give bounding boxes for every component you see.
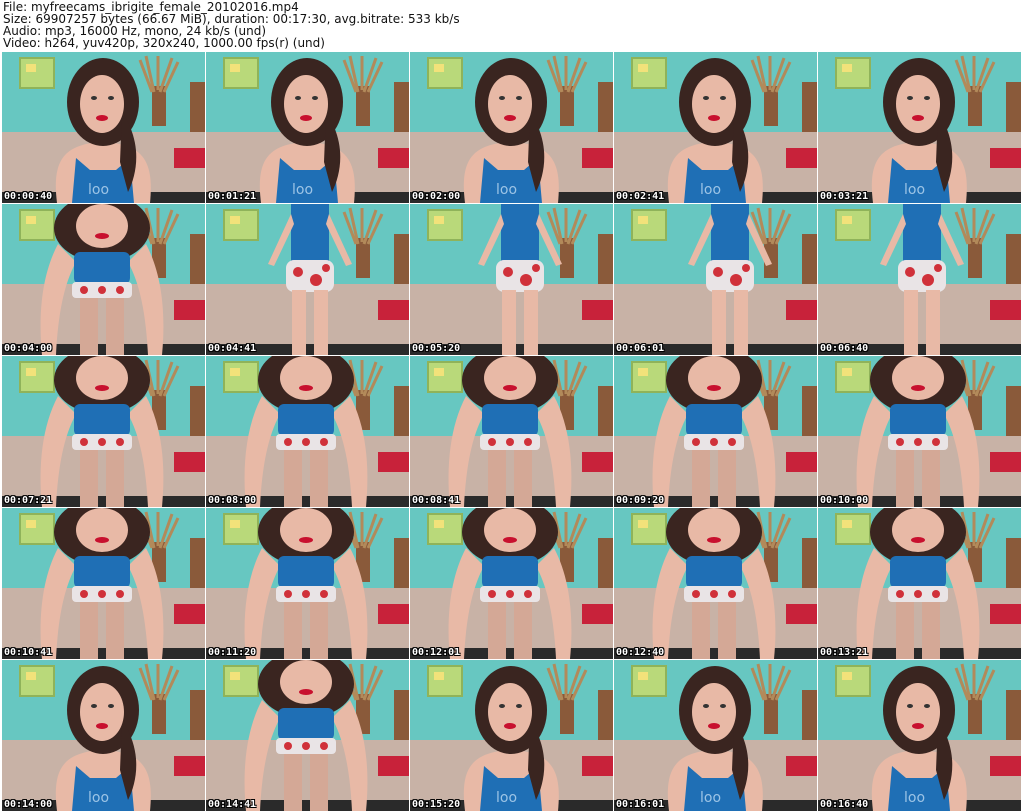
video-thumbnail: 00:09:20 — [614, 356, 817, 507]
thumbnail-timestamp: 00:14:00 — [4, 799, 53, 810]
video-thumbnail: loo 00:03:21 — [818, 52, 1021, 203]
thumbnail-timestamp: 00:03:21 — [820, 191, 869, 202]
video-frame-image — [410, 508, 613, 659]
thumbnail-timestamp: 00:14:41 — [208, 799, 257, 810]
video-frame-image — [2, 356, 205, 507]
video-thumbnail: 00:13:21 — [818, 508, 1021, 659]
video-frame-image: loo — [614, 52, 817, 203]
video-frame-image: loo — [206, 52, 409, 203]
video-thumbnail: loo 00:16:01 — [614, 660, 817, 811]
video-thumbnail: 00:11:20 — [206, 508, 409, 659]
thumbnail-timestamp: 00:01:21 — [208, 191, 257, 202]
svg-text:loo: loo — [904, 790, 925, 806]
video-thumbnail: loo 00:15:20 — [410, 660, 613, 811]
video-thumbnail: loo 00:02:41 — [614, 52, 817, 203]
svg-text:loo: loo — [700, 182, 721, 198]
thumbnail-timestamp: 00:04:00 — [4, 343, 53, 354]
video-frame-image: loo — [614, 660, 817, 811]
video-frame-image: loo — [818, 660, 1021, 811]
video-thumbnail: loo 00:00:40 — [2, 52, 205, 203]
video-thumbnail: 00:04:00 — [2, 204, 205, 355]
thumbnail-timestamp: 00:10:41 — [4, 647, 53, 658]
thumbnail-timestamp: 00:16:01 — [616, 799, 665, 810]
video-thumbnail: 00:10:41 — [2, 508, 205, 659]
video-info-text: Video: h264, yuv420p, 320x240, 1000.00 f… — [3, 36, 325, 50]
thumbnail-timestamp: 00:06:01 — [616, 343, 665, 354]
video-frame-image — [614, 508, 817, 659]
thumbnail-timestamp: 00:16:40 — [820, 799, 869, 810]
svg-text:loo: loo — [88, 790, 109, 806]
thumbnail-timestamp: 00:15:20 — [412, 799, 461, 810]
thumbnail-grid: loo 00:00:40 loo 00:01:21 loo 00:02:00 loo 00:0… — [0, 50, 1024, 811]
thumbnail-timestamp: 00:04:41 — [208, 343, 257, 354]
video-frame-image: loo — [818, 52, 1021, 203]
svg-text:loo: loo — [88, 182, 109, 198]
video-thumbnail: loo 00:14:00 — [2, 660, 205, 811]
thumbnail-timestamp: 00:12:40 — [616, 647, 665, 658]
svg-text:loo: loo — [292, 182, 313, 198]
svg-text:loo: loo — [496, 182, 517, 198]
thumbnail-timestamp: 00:11:20 — [208, 647, 257, 658]
video-frame-image — [410, 356, 613, 507]
video-frame-image — [410, 204, 613, 355]
video-frame-image — [206, 508, 409, 659]
video-frame-image: loo — [410, 660, 613, 811]
video-thumbnail: 00:14:41 — [206, 660, 409, 811]
svg-text:loo: loo — [496, 790, 517, 806]
video-frame-image — [818, 204, 1021, 355]
svg-text:loo: loo — [904, 182, 925, 198]
thumbnail-timestamp: 00:05:20 — [412, 343, 461, 354]
thumbnail-timestamp: 00:09:20 — [616, 495, 665, 506]
file-info-header: File: myfreecams_ibrigite_female_2010201… — [0, 0, 1024, 50]
video-frame-image — [206, 356, 409, 507]
thumbnail-timestamp: 00:10:00 — [820, 495, 869, 506]
video-frame-image — [818, 356, 1021, 507]
video-frame-image: loo — [2, 660, 205, 811]
video-thumbnail: 00:12:01 — [410, 508, 613, 659]
video-frame-image: loo — [2, 52, 205, 203]
video-frame-image: loo — [410, 52, 613, 203]
thumbnail-timestamp: 00:12:01 — [412, 647, 461, 658]
video-frame-image — [206, 204, 409, 355]
thumbnail-timestamp: 00:07:21 — [4, 495, 53, 506]
video-thumbnail: 00:10:00 — [818, 356, 1021, 507]
video-thumbnail: 00:06:01 — [614, 204, 817, 355]
thumbnail-timestamp: 00:08:41 — [412, 495, 461, 506]
video-thumbnail: 00:07:21 — [2, 356, 205, 507]
thumbnail-timestamp: 00:02:00 — [412, 191, 461, 202]
video-frame-image — [614, 204, 817, 355]
video-frame-image — [614, 356, 817, 507]
video-thumbnail: 00:04:41 — [206, 204, 409, 355]
video-frame-image — [206, 660, 409, 811]
thumbnail-timestamp: 00:00:40 — [4, 191, 53, 202]
video-thumbnail: 00:12:40 — [614, 508, 817, 659]
svg-text:loo: loo — [700, 790, 721, 806]
video-thumbnail: loo 00:01:21 — [206, 52, 409, 203]
video-frame-image — [818, 508, 1021, 659]
thumbnail-timestamp: 00:02:41 — [616, 191, 665, 202]
video-thumbnail: 00:08:41 — [410, 356, 613, 507]
video-frame-image — [2, 204, 205, 355]
thumbnail-timestamp: 00:13:21 — [820, 647, 869, 658]
video-frame-image — [2, 508, 205, 659]
video-thumbnail: loo 00:16:40 — [818, 660, 1021, 811]
thumbnail-timestamp: 00:06:40 — [820, 343, 869, 354]
video-thumbnail: loo 00:02:00 — [410, 52, 613, 203]
thumbnail-timestamp: 00:08:00 — [208, 495, 257, 506]
video-thumbnail: 00:05:20 — [410, 204, 613, 355]
video-thumbnail: 00:06:40 — [818, 204, 1021, 355]
video-thumbnail: 00:08:00 — [206, 356, 409, 507]
